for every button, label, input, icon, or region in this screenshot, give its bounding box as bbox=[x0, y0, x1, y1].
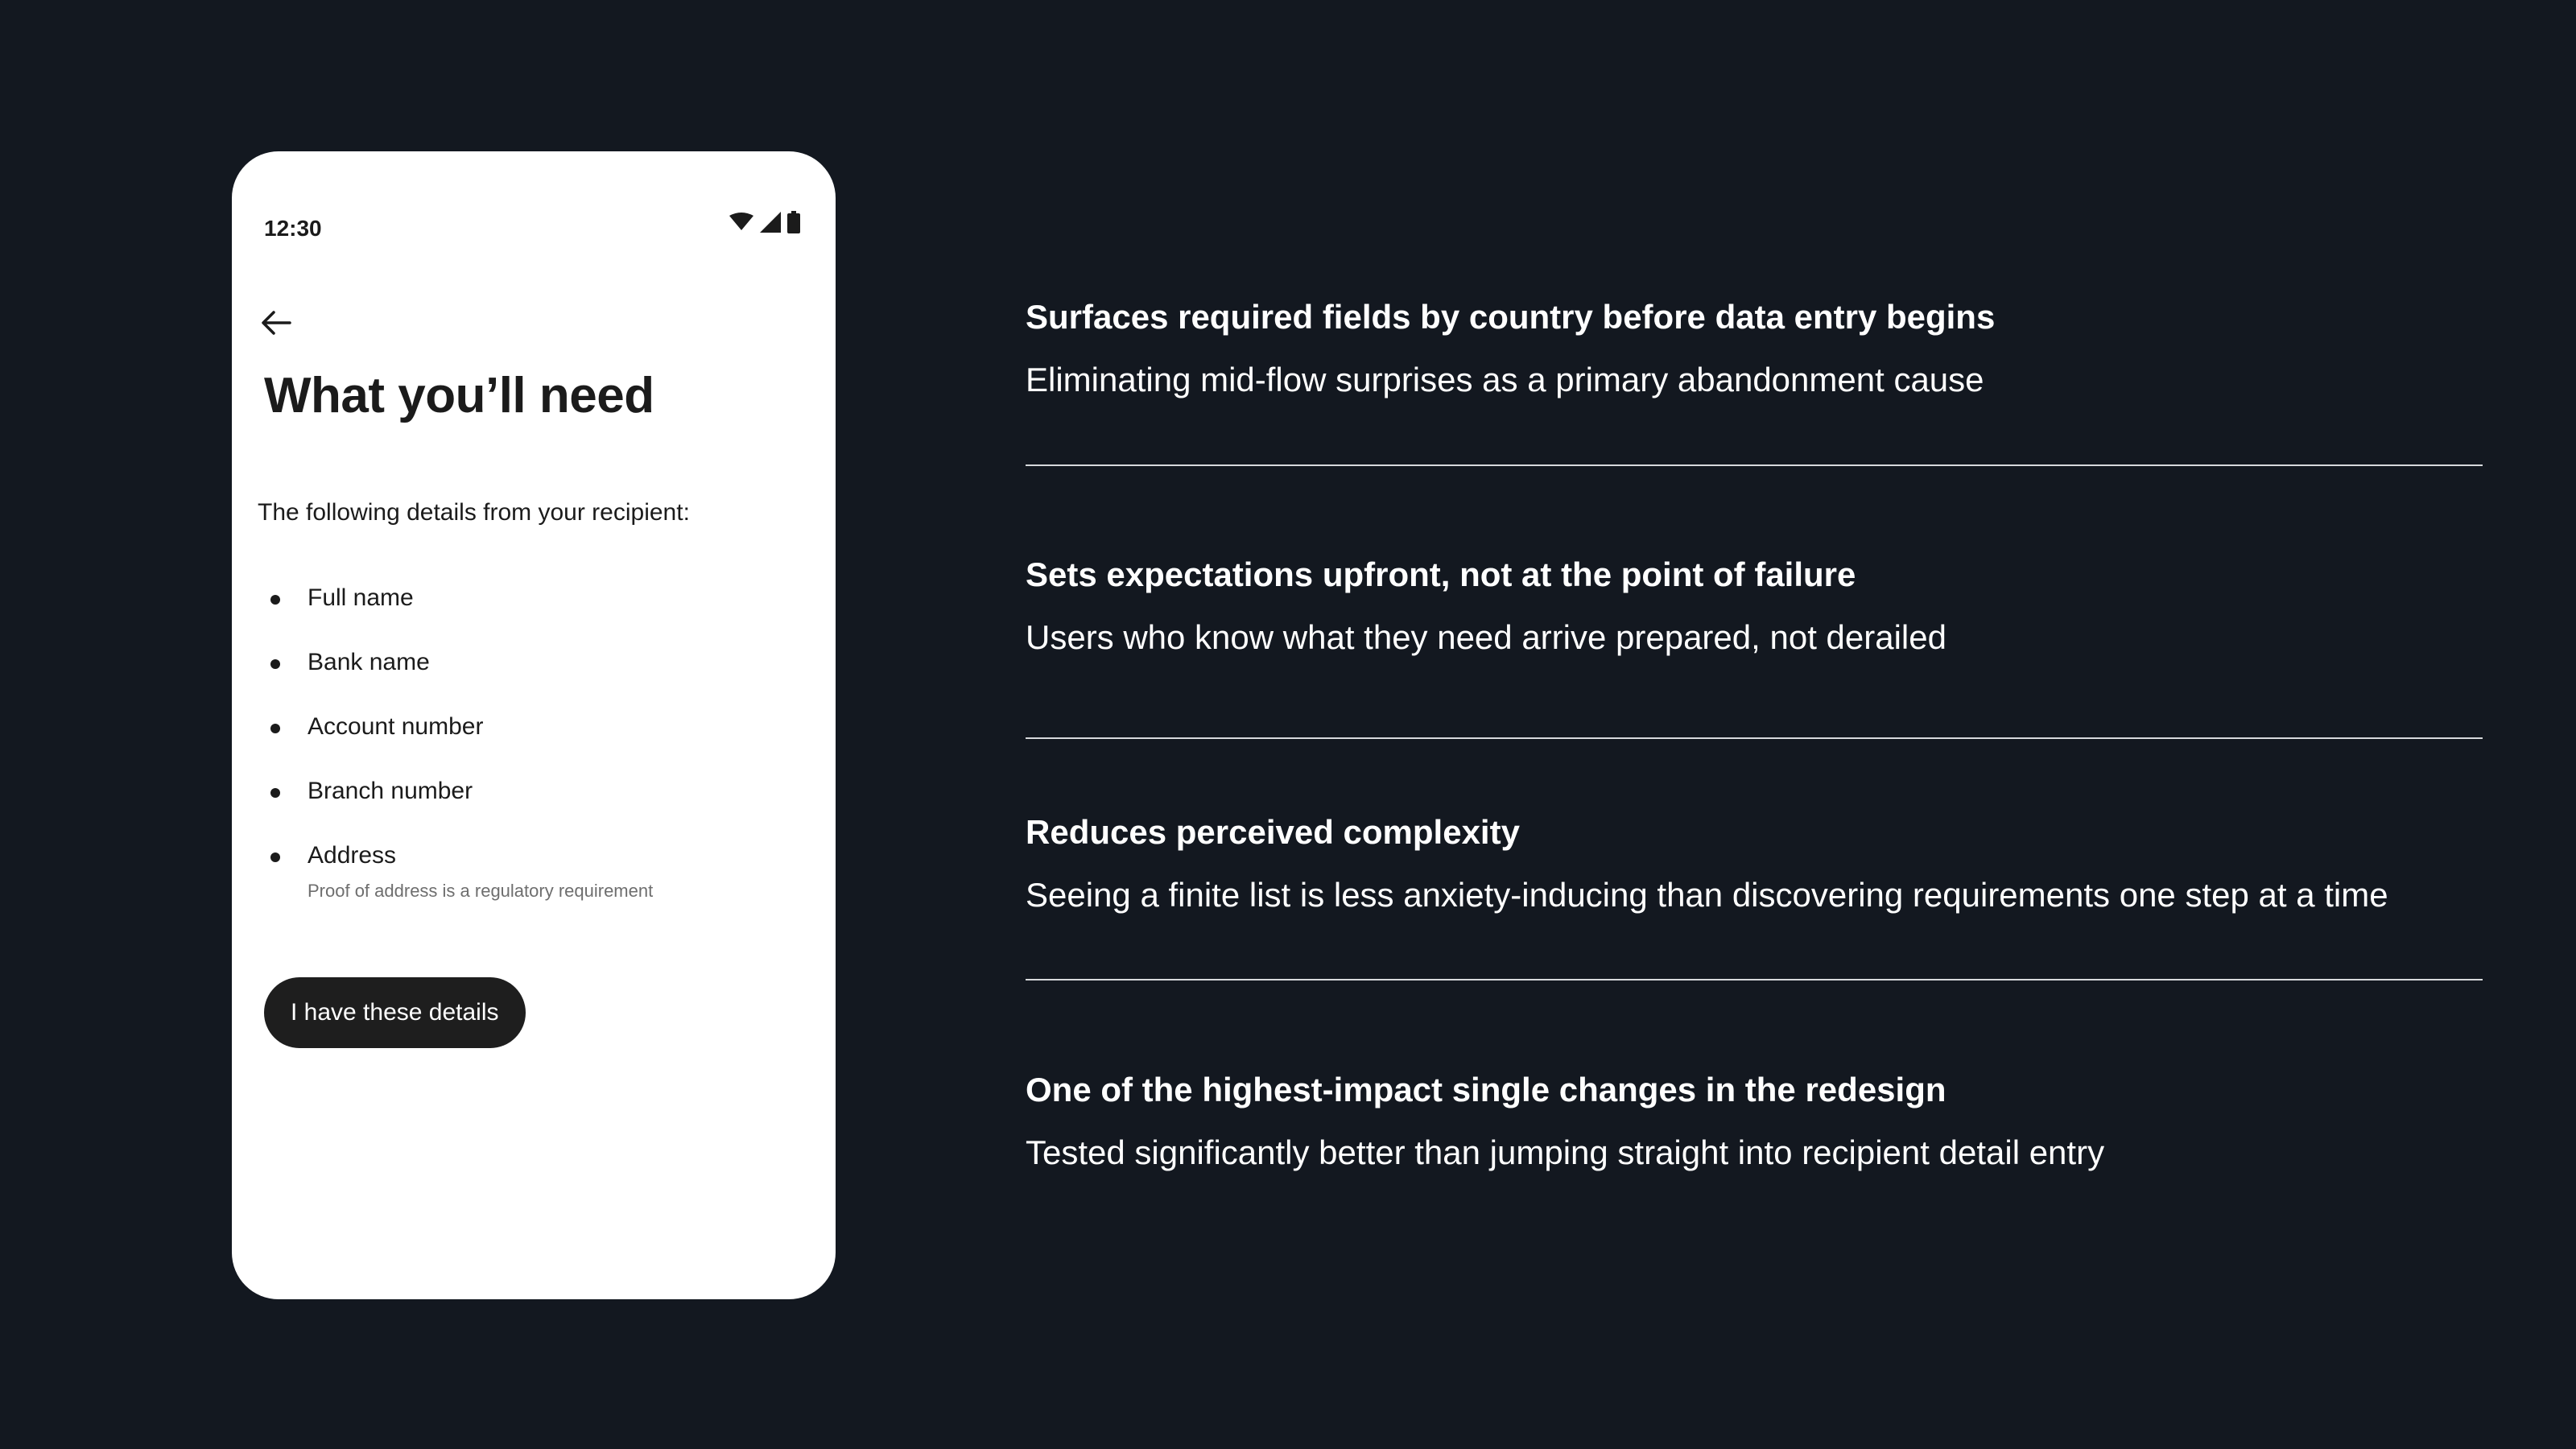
phone-mockup: 12:30 What you’ll need The following det… bbox=[232, 151, 836, 1299]
point-subtitle: Tested significantly better than jumping… bbox=[1026, 1133, 2105, 1171]
bullet-icon bbox=[270, 659, 280, 669]
point-item: Sets expectations upfront, not at the po… bbox=[1026, 555, 2483, 657]
bullet-icon bbox=[270, 724, 280, 733]
list-item: Full name bbox=[270, 584, 653, 649]
bullet-icon bbox=[270, 852, 280, 862]
point-title: Sets expectations upfront, not at the po… bbox=[1026, 555, 1856, 593]
arrow-left-icon bbox=[262, 311, 291, 335]
back-button[interactable] bbox=[256, 303, 296, 343]
cellular-signal-icon bbox=[760, 212, 781, 233]
requirement-label: Address bbox=[308, 842, 397, 869]
bullet-icon bbox=[270, 788, 280, 798]
requirement-label: Branch number bbox=[308, 778, 473, 804]
point-item: Reduces perceived complexity Seeing a fi… bbox=[1026, 813, 2483, 914]
status-bar-time: 12:30 bbox=[264, 216, 322, 241]
list-item: Bank name bbox=[270, 649, 653, 713]
wifi-icon bbox=[729, 213, 753, 230]
requirement-note: Proof of address is a regulatory require… bbox=[308, 881, 654, 901]
divider bbox=[1026, 737, 2483, 739]
page-title: What you’ll need bbox=[264, 368, 654, 423]
divider bbox=[1026, 979, 2483, 980]
point-subtitle: Users who know what they need arrive pre… bbox=[1026, 618, 1946, 656]
battery-icon bbox=[787, 211, 800, 233]
point-title: Surfaces required fields by country befo… bbox=[1026, 298, 1996, 336]
list-item: Address Proof of address is a regulatory… bbox=[270, 842, 653, 906]
requirement-label: Bank name bbox=[308, 649, 430, 675]
bullet-icon bbox=[270, 595, 280, 605]
point-subtitle: Eliminating mid-flow surprises as a prim… bbox=[1026, 361, 1984, 398]
point-subtitle: Seeing a finite list is less anxiety-ind… bbox=[1026, 876, 2388, 914]
requirement-label: Full name bbox=[308, 584, 414, 611]
confirm-details-button[interactable]: I have these details bbox=[264, 977, 526, 1048]
list-item: Branch number bbox=[270, 778, 653, 842]
intro-text: The following details from your recipien… bbox=[258, 499, 690, 526]
status-bar-icons bbox=[729, 211, 800, 233]
point-item: One of the highest-impact single changes… bbox=[1026, 1071, 2483, 1172]
point-title: Reduces perceived complexity bbox=[1026, 813, 1520, 851]
point-item: Surfaces required fields by country befo… bbox=[1026, 298, 2483, 399]
divider bbox=[1026, 464, 2483, 466]
point-title: One of the highest-impact single changes… bbox=[1026, 1071, 1946, 1108]
requirements-list: Full name Bank name Account number Branc… bbox=[270, 584, 653, 906]
requirement-label: Account number bbox=[308, 713, 484, 740]
list-item: Account number bbox=[270, 713, 653, 778]
